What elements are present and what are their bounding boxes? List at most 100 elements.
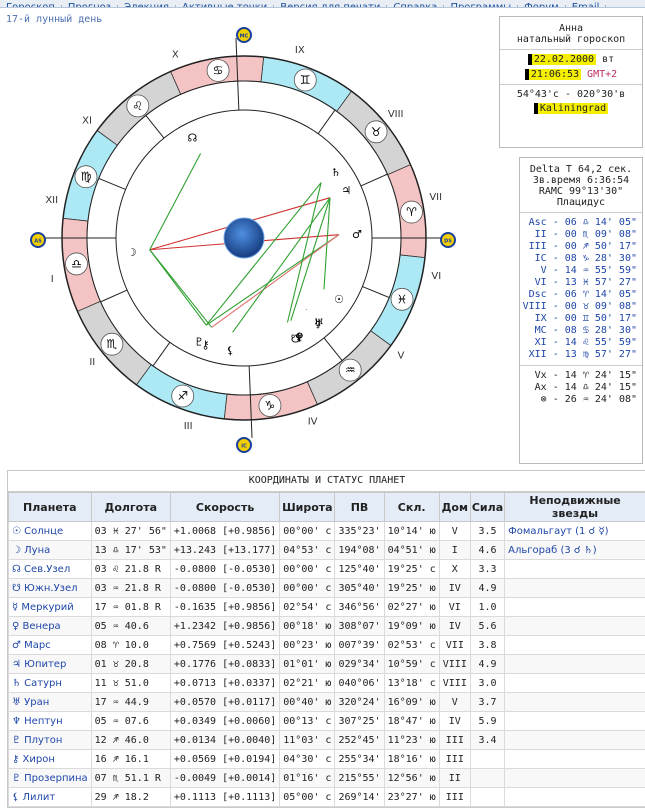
table-cell: 252°45' (335, 731, 384, 750)
fixed-star[interactable] (505, 579, 645, 598)
table-cell: 125°40' (335, 560, 384, 579)
cusp-row[interactable]: VIII - 00 ♉ 09' 08" (520, 301, 642, 313)
table-cell: 215°55' (335, 769, 384, 788)
planet-name[interactable]: ☉ Солнце (9, 522, 92, 541)
fixed-star[interactable] (505, 560, 645, 579)
table-cell: 03 ♌ 21.8 R (91, 560, 170, 579)
nav-link[interactable]: Элекция (118, 5, 176, 8)
fixed-star[interactable] (505, 712, 645, 731)
fixed-star[interactable] (505, 598, 645, 617)
table-cell: 02°54' с (280, 598, 335, 617)
table-cell: 29 ♐ 18.2 (91, 788, 170, 807)
table-cell: 05°00' с (280, 788, 335, 807)
cusp-row[interactable]: VI - 13 ♓ 57' 27" (520, 277, 642, 289)
table-header: Широта (280, 493, 335, 522)
planet-name[interactable]: ♄ Сатурн (9, 674, 92, 693)
house-label: VI (431, 271, 441, 282)
table-cell: 08 ♈ 10.0 (91, 636, 170, 655)
table-cell: 4.6 (470, 541, 504, 560)
planet-name[interactable]: ☽ Луна (9, 541, 92, 560)
planet-name[interactable]: ♇ Прозерпина (9, 769, 92, 788)
table-cell: III (439, 788, 470, 807)
table-cell: 00°18' ю (280, 617, 335, 636)
cusp-row[interactable]: IX - 00 ♊ 50' 17" (520, 313, 642, 325)
planet-name[interactable]: ♇ Плутон (9, 731, 92, 750)
planet-name[interactable]: ♂ Марс (9, 636, 92, 655)
cusp-row[interactable]: III - 00 ♐ 50' 17" (520, 241, 642, 253)
planet-name[interactable]: ☿ Меркурий (9, 598, 92, 617)
planet-name[interactable]: ⚸ Лилит (9, 788, 92, 807)
nav-link[interactable]: Форум (518, 5, 566, 8)
zodiac-sign: ♓ (397, 292, 408, 306)
fixed-star[interactable] (505, 769, 645, 788)
table-header: Скл. (384, 493, 439, 522)
fixed-star[interactable] (505, 674, 645, 693)
city-field[interactable]: Kaliningrad (534, 103, 608, 114)
table-cell: 040°06' (335, 674, 384, 693)
table-cell: 320°24' (335, 693, 384, 712)
fixed-star[interactable] (505, 655, 645, 674)
star-time: Зв.время 6:36:54 (520, 175, 642, 186)
point-row: Ax - 14 ♎ 24' 15" (520, 382, 642, 394)
cusp-row[interactable]: II - 00 ♏ 09' 08" (520, 229, 642, 241)
planet-name[interactable]: ♀ Венера (9, 617, 92, 636)
nav-link[interactable]: Гороскоп (0, 5, 62, 8)
fixed-star[interactable] (505, 788, 645, 807)
house-cusp-line (99, 178, 126, 189)
table-row: ♅ Уран17 ♒ 44.9+0.0570 [+0.0117]00°40' ю… (9, 693, 645, 712)
axis-marker-label: MC (240, 34, 249, 40)
nav-link[interactable]: Справка (387, 5, 444, 8)
house-label: XI (82, 116, 92, 127)
planet-glyph: ♆ (294, 331, 304, 344)
planet-name[interactable]: ♃ Юпитер (9, 655, 92, 674)
fixed-star[interactable]: Альгораб (3 ☌ ♄) (505, 541, 645, 560)
house-label: XII (45, 195, 58, 206)
planet-name[interactable]: ⚷ Хирон (9, 750, 92, 769)
fixed-star[interactable] (505, 750, 645, 769)
cusp-row[interactable]: Dsc - 06 ♈ 14' 05" (520, 289, 642, 301)
planet-glyph: ♄ (331, 166, 341, 179)
house-cusp-line (238, 81, 239, 110)
zodiac-sign: ♍ (81, 170, 92, 184)
table-cell: 23°27' ю (384, 788, 439, 807)
cusp-row[interactable]: XII - 13 ♍ 57' 27" (520, 349, 642, 361)
fixed-star[interactable]: Фомальгаут (1 ☌ ☿) (505, 522, 645, 541)
zodiac-sign: ♉ (371, 125, 382, 139)
planet-name[interactable]: ☋ Южн.Узел (9, 579, 92, 598)
cusp-row[interactable]: V - 14 ♒ 55' 59" (520, 265, 642, 277)
fixed-star[interactable] (505, 731, 645, 750)
date-field[interactable]: 22.02.2000 (528, 54, 596, 65)
axis-marker-label: IC (241, 444, 247, 450)
table-cell: 04°51' ю (384, 541, 439, 560)
table-cell: VII (439, 636, 470, 655)
time-field[interactable]: 21:06:53 (525, 69, 581, 80)
table-cell: -0.1635 [+0.9856] (170, 598, 279, 617)
table-cell: 00°00' с (280, 579, 335, 598)
nav-link[interactable]: Активные точки (176, 5, 274, 8)
nav-link[interactable]: Версия для печати (274, 5, 387, 8)
table-cell: I (439, 541, 470, 560)
nav-link[interactable]: Email (566, 5, 607, 8)
cusp-row[interactable]: Asc - 06 ♎ 14' 05" (520, 217, 642, 229)
fixed-star[interactable] (505, 693, 645, 712)
planet-name[interactable]: ♆ Нептун (9, 712, 92, 731)
table-cell: +0.1776 [+0.0833] (170, 655, 279, 674)
nav-link[interactable]: Программы (444, 5, 518, 8)
cusp-row[interactable]: IC - 08 ♑ 28' 30" (520, 253, 642, 265)
fixed-star[interactable] (505, 636, 645, 655)
planet-name[interactable]: ☊ Сев.Узел (9, 560, 92, 579)
planet-name[interactable]: ♅ Уран (9, 693, 92, 712)
table-cell: X (439, 560, 470, 579)
table-cell: 307°25' (335, 712, 384, 731)
table-header: Дом (439, 493, 470, 522)
nav-link[interactable]: Прогноз (62, 5, 118, 8)
table-cell: 04°53' с (280, 541, 335, 560)
fixed-star[interactable] (505, 617, 645, 636)
house-cusp-line (324, 338, 342, 361)
zodiac-sign: ♋ (213, 63, 224, 77)
table-cell: 10°14' ю (384, 522, 439, 541)
table-cell: III (439, 750, 470, 769)
cusp-row[interactable]: XI - 14 ♌ 55' 59" (520, 337, 642, 349)
table-cell: VIII (439, 674, 470, 693)
cusp-row[interactable]: MC - 08 ♋ 28' 30" (520, 325, 642, 337)
